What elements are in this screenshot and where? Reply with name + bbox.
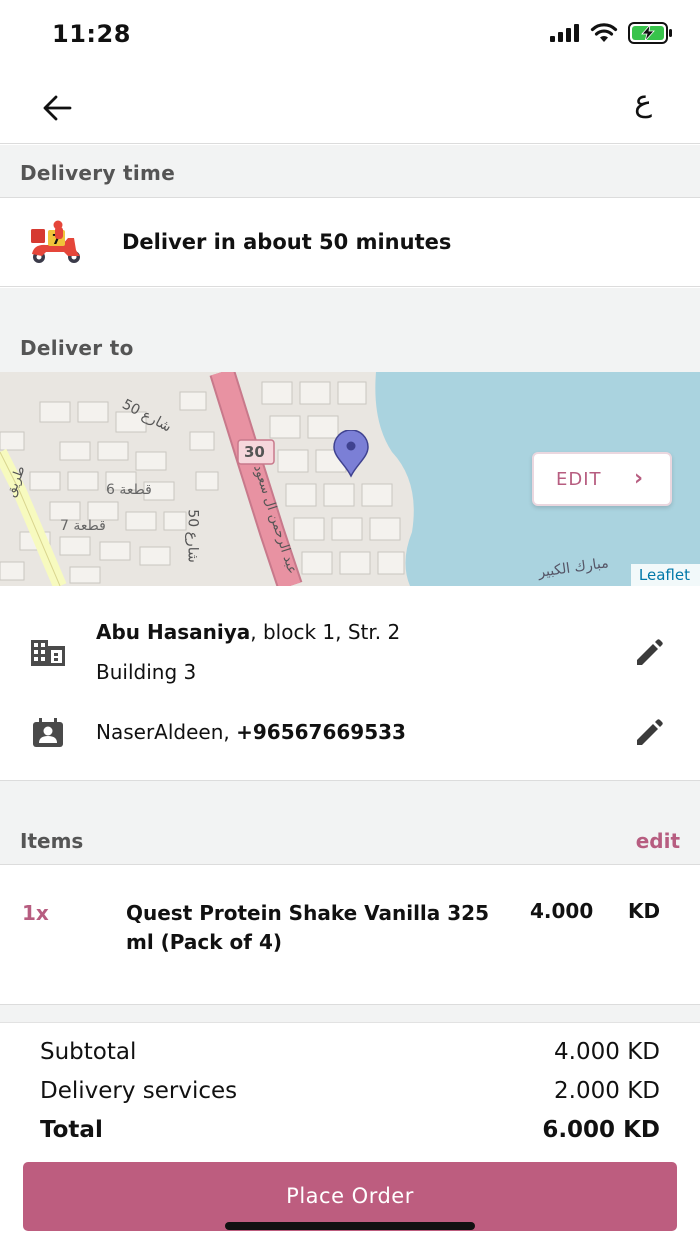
map-label-street50b: شارع 50 — [184, 509, 201, 563]
location-pin-icon — [333, 430, 369, 478]
delivery-estimate: Deliver in about 50 minutes — [122, 230, 452, 254]
list-item: 1x Quest Protein Shake Vanilla 325 ml (P… — [0, 865, 700, 1005]
address-line-1: Abu Hasaniya, block 1, Str. 2 — [96, 620, 400, 644]
map-edit-label: EDIT — [556, 469, 602, 490]
items-header: Items edit — [0, 781, 700, 865]
map-attribution[interactable]: Leaflet — [630, 564, 700, 586]
back-arrow-icon[interactable] — [38, 90, 78, 126]
map-road-shield: 30 — [244, 443, 265, 461]
contact-phone: +96567669533 — [236, 720, 406, 744]
address-details: , block 1, Str. 2 — [250, 620, 401, 644]
section-title: Items — [20, 829, 84, 853]
item-price: 4.000 — [530, 899, 594, 923]
subtotal-value: 4.000 KD — [554, 1039, 660, 1065]
place-order-button[interactable]: Place Order — [23, 1162, 677, 1231]
place-order-label: Place Order — [286, 1184, 414, 1208]
map-label-block7: قطعة 7 — [60, 518, 106, 534]
language-toggle[interactable]: ع — [634, 84, 652, 119]
status-bar: 11:28 — [0, 0, 700, 70]
item-currency: KD — [628, 899, 661, 923]
chevron-right-icon: › — [634, 466, 644, 491]
building-icon — [31, 640, 65, 666]
delivery-time-header: Delivery time — [0, 145, 700, 197]
wifi-icon — [590, 23, 618, 42]
battery-charging-icon — [628, 22, 672, 44]
address-block: Abu Hasaniya, block 1, Str. 2 Building 3… — [0, 586, 700, 781]
edit-address-pencil-icon[interactable] — [634, 638, 664, 668]
contact-card-icon — [33, 718, 63, 747]
subtotal-label: Subtotal — [40, 1039, 137, 1065]
map-label-block6: قطعة 6 — [106, 482, 152, 498]
status-time: 11:28 — [52, 20, 131, 48]
total-value: 6.000 KD — [542, 1117, 660, 1143]
address-area: Abu Hasaniya — [96, 620, 251, 644]
delivery-time-row: 7 Deliver in about 50 minutes — [0, 197, 700, 287]
contact-line: NaserAldeen, +96567669533 — [96, 720, 406, 744]
signal-icon — [550, 24, 579, 42]
status-icons — [550, 22, 674, 44]
divider — [0, 1005, 700, 1023]
total-label: Total — [40, 1117, 103, 1143]
contact-name: NaserAldeen, — [96, 720, 237, 744]
section-title: Deliver to — [20, 336, 134, 360]
item-quantity: 1x — [22, 901, 49, 925]
address-building: Building 3 — [96, 660, 197, 684]
delivery-map[interactable]: 30 قطعة 6 قطعة 7 شارع 50 شارع 50 عبد الر… — [0, 372, 700, 586]
home-indicator[interactable] — [225, 1222, 475, 1230]
delivery-fee-value: 2.000 KD — [554, 1078, 660, 1104]
delivery-scooter-icon: 7 — [31, 220, 80, 263]
item-name: Quest Protein Shake Vanilla 325 ml (Pack… — [126, 901, 489, 954]
delivery-fee-label: Delivery services — [40, 1078, 238, 1104]
items-edit-link[interactable]: edit — [636, 829, 680, 853]
map-edit-button[interactable]: EDIT › — [532, 452, 672, 506]
section-title: Delivery time — [20, 161, 176, 185]
deliver-to-header: Deliver to — [0, 288, 700, 372]
edit-contact-pencil-icon[interactable] — [634, 718, 664, 748]
nav-bar: ع — [0, 70, 700, 144]
